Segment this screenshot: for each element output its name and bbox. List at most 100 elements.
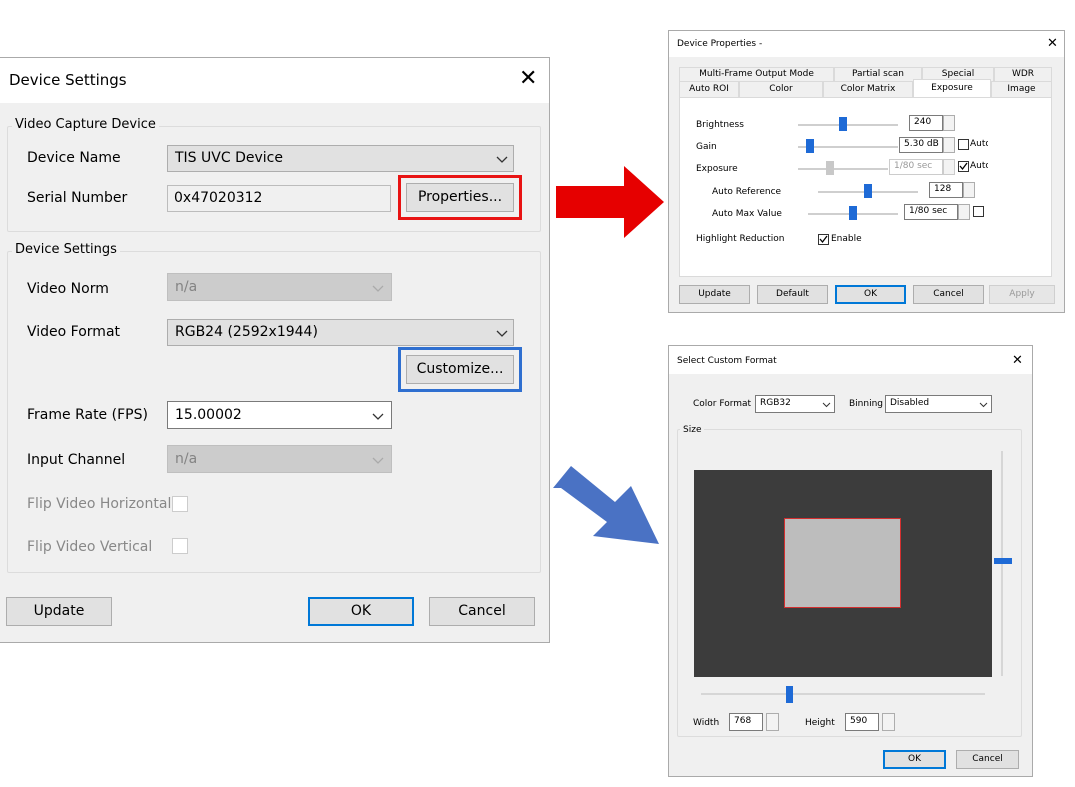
close-icon[interactable]: ✕	[1012, 353, 1023, 368]
apply-button[interactable]: Apply	[989, 285, 1055, 304]
exposure-auto-checkbox[interactable]	[958, 161, 969, 172]
brightness-slider-thumb[interactable]	[839, 117, 847, 131]
device-settings-titlebar: Device Settings ✕	[0, 58, 549, 103]
check-icon	[819, 235, 828, 244]
device-settings-group-label: Device Settings	[12, 242, 120, 257]
video-norm-value: n/a	[175, 279, 198, 295]
device-properties-title: Device Properties -	[677, 39, 763, 49]
video-capture-device-group-label: Video Capture Device	[12, 117, 159, 132]
tab-label: Special	[941, 69, 975, 79]
ok-button[interactable]: OK	[308, 597, 414, 626]
auto-max-updown[interactable]	[958, 204, 970, 220]
auto-reference-updown[interactable]	[963, 182, 975, 198]
brightness-spinbox[interactable]: 240	[909, 115, 943, 131]
flip-horizontal-label: Flip Video Horizontal	[27, 496, 172, 512]
tab-label: Color Matrix	[840, 84, 896, 94]
auto-reference-slider-thumb[interactable]	[864, 184, 872, 198]
tab-color-matrix[interactable]: Color Matrix	[823, 81, 913, 97]
binning-label: Binning	[849, 399, 884, 409]
close-icon[interactable]: ✕	[1047, 36, 1058, 51]
close-icon[interactable]: ✕	[519, 66, 537, 91]
device-settings-dialog: Device Settings ✕ Video Capture Device D…	[0, 57, 550, 643]
video-format-combo[interactable]: RGB24 (2592x1944)	[167, 319, 514, 346]
tab-exposure[interactable]: Exposure	[913, 79, 991, 99]
tab-label: WDR	[1011, 69, 1035, 79]
tab-label: Exposure	[931, 83, 973, 93]
chevron-down-icon	[496, 330, 508, 337]
exposure-spinbox[interactable]: 1/80 sec	[889, 159, 943, 175]
horizontal-slider-track[interactable]	[701, 693, 985, 695]
tab-auto-roi[interactable]: Auto ROI	[679, 81, 739, 97]
horizontal-slider-thumb[interactable]	[786, 686, 793, 703]
serial-number-field[interactable]: 0x47020312	[167, 185, 391, 212]
video-norm-label: Video Norm	[27, 281, 109, 297]
blue-arrow	[553, 466, 659, 544]
tab-multi-frame-output-mode[interactable]: Multi-Frame Output Mode	[679, 67, 834, 81]
gain-slider-thumb[interactable]	[806, 139, 814, 153]
tab-partial-scan[interactable]: Partial scan	[834, 67, 922, 81]
auto-max-spinbox[interactable]: 1/80 sec	[904, 204, 958, 220]
update-button[interactable]: Update	[6, 597, 112, 626]
roi-rectangle[interactable]	[784, 518, 901, 608]
exposure-label: Exposure	[696, 164, 738, 174]
exposure-slider-thumb[interactable]	[825, 161, 834, 175]
auto-max-checkbox[interactable]	[973, 206, 984, 217]
vertical-slider-thumb[interactable]	[994, 558, 1012, 564]
cancel-button[interactable]: Cancel	[913, 285, 984, 304]
color-format-value: RGB32	[760, 398, 791, 408]
width-updown[interactable]	[766, 713, 779, 731]
height-updown[interactable]	[882, 713, 895, 731]
video-norm-combo[interactable]: n/a	[167, 273, 392, 301]
binning-combo[interactable]: Disabled	[885, 395, 992, 413]
gain-auto-checkbox[interactable]	[958, 139, 969, 150]
exposure-value: 1/80 sec	[894, 161, 933, 171]
highlight-enable-checkbox[interactable]	[818, 234, 829, 245]
serial-number-value: 0x47020312	[174, 190, 263, 206]
tab-label: Auto ROI	[689, 84, 729, 94]
default-button[interactable]: Default	[757, 285, 828, 304]
brightness-updown[interactable]	[943, 115, 955, 131]
input-channel-combo[interactable]: n/a	[167, 445, 392, 473]
chevron-down-icon	[372, 413, 384, 420]
preview-canvas[interactable]	[694, 470, 992, 677]
size-group-label: Size	[680, 425, 705, 435]
height-label: Height	[805, 718, 835, 728]
brightness-value: 240	[914, 117, 932, 127]
gain-value: 5.30 dB	[904, 139, 939, 149]
tab-image[interactable]: Image	[991, 81, 1052, 97]
cancel-button[interactable]: Cancel	[956, 750, 1019, 769]
exposure-updown[interactable]	[943, 159, 955, 175]
exposure-auto-label: Auto	[970, 161, 988, 171]
frame-rate-combo[interactable]: 15.00002	[167, 401, 392, 429]
width-value: 768	[734, 716, 752, 726]
tab-label: Partial scan	[851, 69, 904, 79]
auto-reference-value: 128	[934, 184, 952, 194]
gain-spinbox[interactable]: 5.30 dB	[899, 137, 943, 153]
exposure-slider-track[interactable]	[798, 168, 888, 170]
brightness-slider-track[interactable]	[798, 124, 898, 126]
cancel-button[interactable]: Cancel	[429, 597, 535, 626]
ok-button[interactable]: OK	[883, 750, 946, 769]
brightness-label: Brightness	[696, 120, 744, 130]
width-label: Width	[693, 718, 720, 728]
update-button[interactable]: Update	[679, 285, 750, 304]
flip-horizontal-checkbox[interactable]	[172, 496, 188, 512]
auto-reference-spinbox[interactable]: 128	[929, 182, 963, 198]
frame-rate-value: 15.00002	[175, 407, 242, 423]
color-format-combo[interactable]: RGB32	[755, 395, 835, 413]
tab-color[interactable]: Color	[739, 81, 823, 97]
gain-updown[interactable]	[943, 137, 955, 153]
height-spinbox[interactable]: 590	[845, 713, 879, 731]
chevron-down-icon	[979, 402, 988, 408]
width-spinbox[interactable]: 768	[729, 713, 763, 731]
video-format-label: Video Format	[27, 324, 121, 340]
auto-reference-label: Auto Reference	[712, 187, 782, 197]
device-name-combo[interactable]: TIS UVC Device	[167, 145, 514, 172]
device-properties-titlebar: Device Properties - ✕	[669, 31, 1064, 57]
tab-label: Image	[1007, 84, 1036, 94]
serial-number-label: Serial Number	[27, 190, 128, 206]
tab-wdr[interactable]: WDR	[994, 67, 1052, 81]
auto-max-slider-thumb[interactable]	[849, 206, 857, 220]
flip-vertical-checkbox[interactable]	[172, 538, 188, 554]
ok-button[interactable]: OK	[835, 285, 906, 304]
